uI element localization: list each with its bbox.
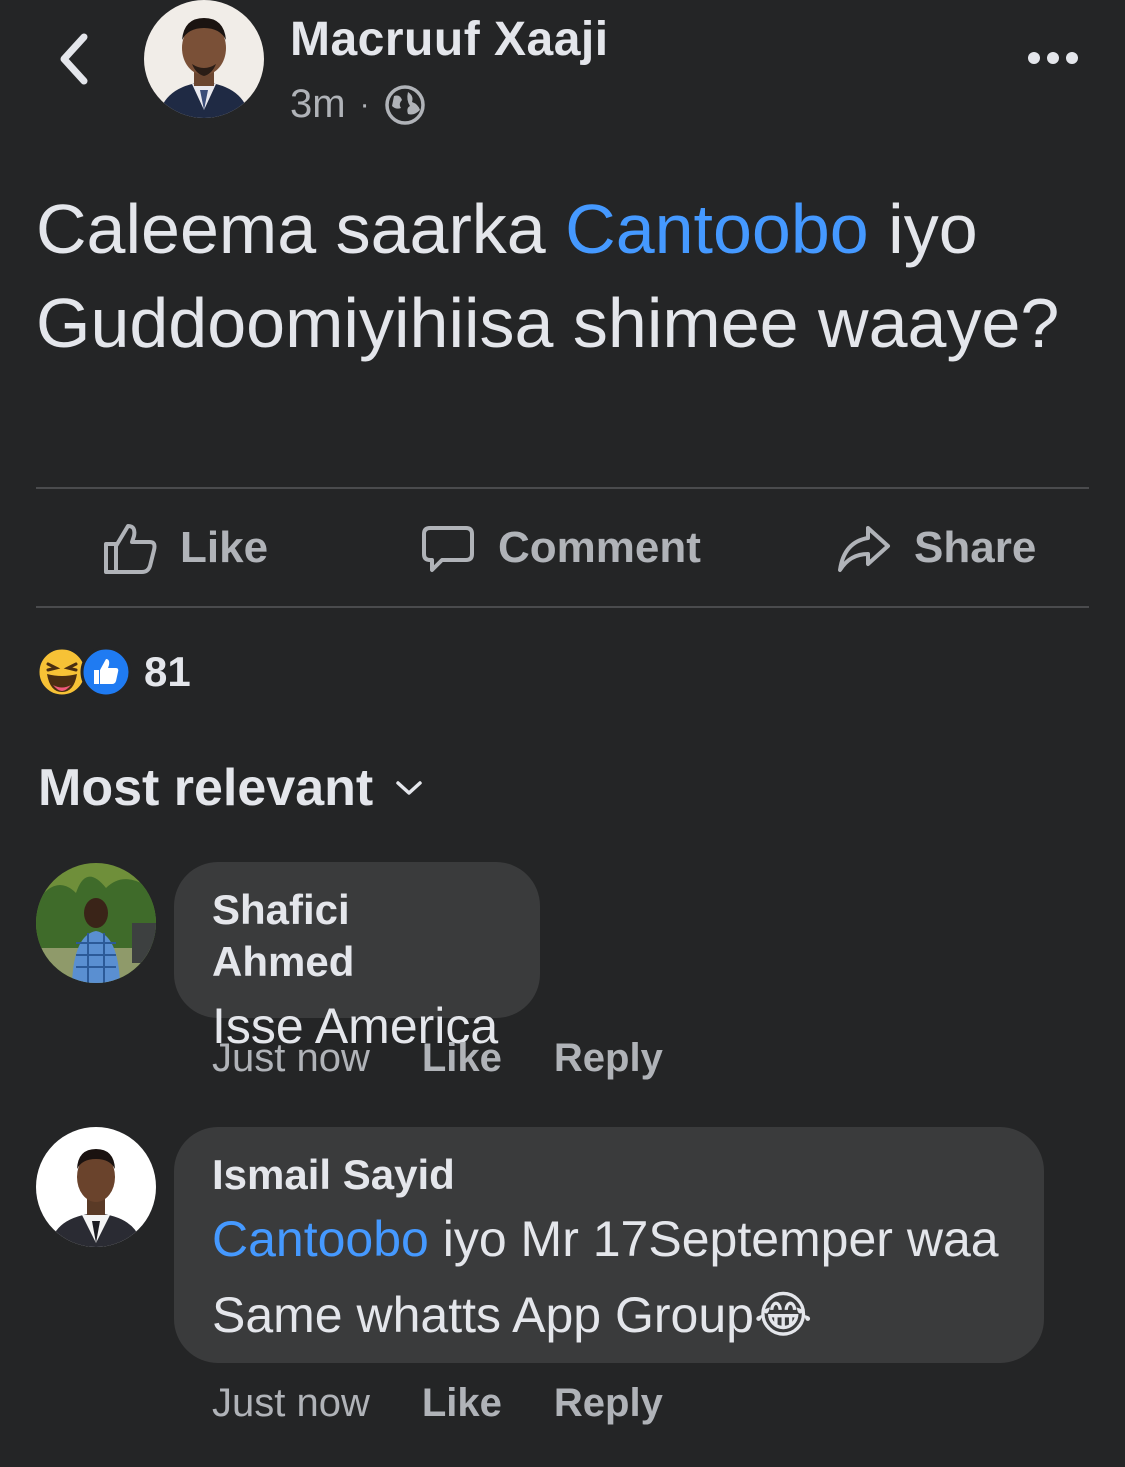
post-page: Macruuf Xaaji 3m · Caleema saarka Cantoo…	[0, 0, 1125, 1467]
like-reaction-icon	[80, 646, 132, 698]
comment-reply-button[interactable]: Reply	[554, 1381, 663, 1426]
author-avatar[interactable]	[144, 0, 264, 118]
post-action-bar: Like Comment Share	[36, 490, 1089, 606]
commenter-name[interactable]: Shafici Ahmed	[212, 884, 502, 988]
comment-like-button[interactable]: Like	[422, 1036, 502, 1081]
chevron-left-icon	[60, 33, 88, 85]
commenter-avatar[interactable]	[36, 1127, 156, 1247]
comment-bubble[interactable]: Ismail Sayid Cantoobo iyo Mr 17Septemper…	[174, 1127, 1044, 1363]
comment-like-button[interactable]: Like	[422, 1381, 502, 1426]
comment-label: Comment	[498, 523, 701, 572]
share-arrow-icon	[838, 526, 890, 572]
comment-bubble[interactable]: Shafici Ahmed Isse America	[174, 862, 540, 1054]
globe-icon	[384, 84, 425, 125]
post-text-part1: Caleema saarka	[36, 190, 566, 268]
post-text-link[interactable]: Cantoobo	[565, 190, 869, 268]
author-name[interactable]: Macruuf Xaaji	[290, 12, 609, 67]
comment-meta: Just now Like Reply	[212, 1036, 715, 1081]
comment-meta: Just now Like Reply	[212, 1381, 715, 1426]
more-options-button[interactable]	[1025, 38, 1081, 78]
comment-sort-dropdown[interactable]: Most relevant	[38, 758, 423, 818]
more-dots-icon	[1028, 52, 1078, 64]
comment-link[interactable]: Cantoobo	[212, 1211, 429, 1267]
reactions-summary[interactable]: 81	[36, 644, 191, 700]
laughing-emoji: 😂	[753, 1286, 813, 1344]
sort-label: Most relevant	[38, 759, 374, 817]
thumbs-up-icon	[104, 524, 157, 574]
chevron-down-icon	[396, 781, 422, 795]
comment-text-line2: Same whatts App Group😂	[212, 1277, 1006, 1353]
back-button[interactable]	[44, 24, 104, 94]
comment-text-line1: Cantoobo iyo Mr 17Septemper waa	[212, 1201, 1006, 1277]
commenter-name[interactable]: Ismail Sayid	[212, 1149, 1006, 1201]
comment-text: Same whatts App Group	[212, 1287, 754, 1343]
divider-top	[36, 487, 1089, 489]
share-button[interactable]: Share	[836, 490, 1036, 606]
post-header: Macruuf Xaaji 3m ·	[0, 0, 1125, 140]
comment-reply-button[interactable]: Reply	[554, 1036, 663, 1081]
like-button[interactable]: Like	[102, 490, 268, 606]
reaction-count: 81	[144, 648, 191, 695]
comment-text: iyo Mr 17Septemper waa	[428, 1211, 999, 1267]
comment-time: Just now	[212, 1381, 370, 1425]
meta-separator: ·	[359, 87, 370, 121]
commenter-avatar[interactable]	[36, 863, 156, 983]
like-label: Like	[180, 523, 269, 572]
post-meta: 3m ·	[290, 82, 426, 127]
post-text: Caleema saarka Cantoobo iyo Guddoomiyihi…	[36, 182, 1096, 370]
divider-bottom	[36, 606, 1089, 608]
share-label: Share	[914, 523, 1037, 572]
post-time[interactable]: 3m	[290, 82, 346, 127]
comment-button[interactable]: Comment	[420, 490, 701, 606]
comment-time: Just now	[212, 1036, 370, 1080]
comment-icon	[422, 526, 474, 572]
